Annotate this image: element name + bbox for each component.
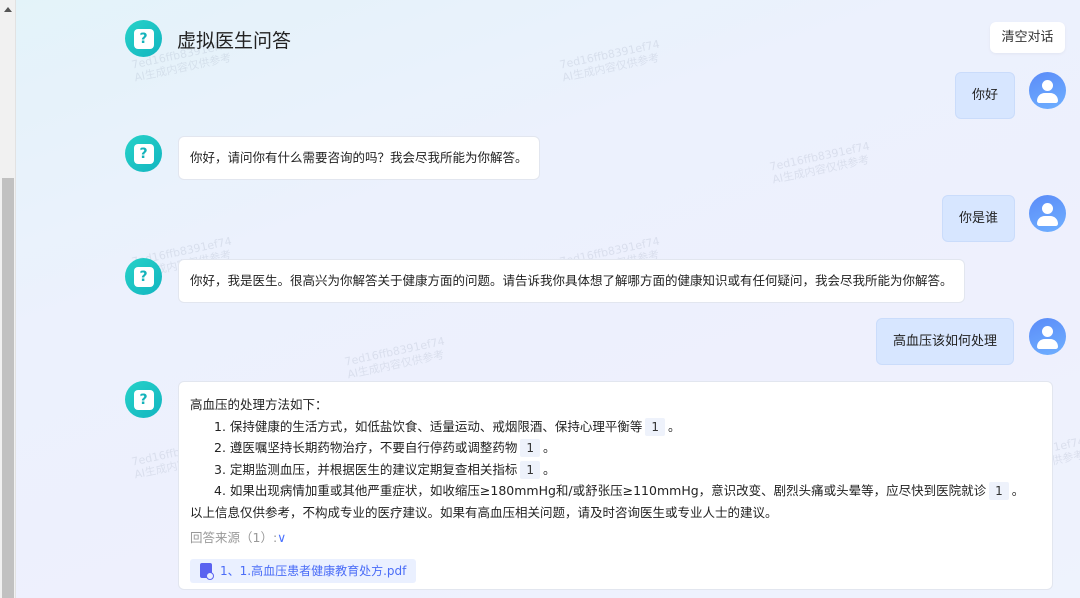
citation-badge[interactable]: 1 (989, 482, 1009, 500)
bot-message: 你好，我是医生。很高兴为你解答关于健康方面的问题。请告诉我你具体想了解哪方面的健… (178, 259, 965, 303)
user-avatar-icon (1029, 318, 1066, 355)
app-logo-icon: ? (125, 20, 162, 57)
scrollbar[interactable] (0, 0, 16, 598)
user-avatar-icon (1029, 195, 1066, 232)
sources-toggle[interactable]: 回答来源（1）:∨ (190, 527, 1041, 549)
answer-intro: 高血压的处理方法如下： (190, 397, 328, 412)
citation-badge[interactable]: 1 (645, 417, 666, 436)
citation-badge[interactable]: 1 (520, 460, 541, 479)
user-avatar-icon (1029, 72, 1066, 109)
bot-message: 你好，请问你有什么需要咨询的吗？我会尽我所能为你解答。 (178, 136, 540, 180)
user-message: 高血压该如何处理 (876, 318, 1015, 365)
answer-item: 1. 保持健康的生活方式，如低盐饮食、适量运动、戒烟限酒、保持心理平衡等 1。 (214, 417, 681, 436)
watermark: 7ed16ffb8391ef74AI生成内容仅供参考 (343, 334, 446, 382)
citation-badge[interactable]: 1 (520, 439, 541, 457)
answer-disclaimer: 以上信息仅供参考，不构成专业的医疗建议。如果有高血压相关问题，请及时咨询医生或专… (190, 504, 778, 520)
watermark: 7ed16ffb8391ef74AI生成内容仅供参考 (768, 139, 871, 187)
user-message: 你好 (955, 72, 1016, 119)
bot-avatar-icon: ? (125, 381, 162, 418)
bot-avatar-icon: ? (125, 258, 162, 295)
answer-item: 4. 如果出现病情加重或其他严重症状，如收缩压≥180mmHg和/或舒张压≥11… (214, 482, 1025, 500)
bot-answer: 高血压的处理方法如下： 1. 保持健康的生活方式，如低盐饮食、适量运动、戒烟限酒… (178, 381, 1053, 590)
clear-conversation-button[interactable]: 清空对话 (990, 22, 1065, 53)
answer-item: 3. 定期监测血压，并根据医生的建议定期复查相关指标 1。 (214, 460, 556, 479)
answer-item: 2. 遵医嘱坚持长期药物治疗，不要自行停药或调整药物 1。 (214, 439, 556, 457)
scroll-up-arrow-icon[interactable] (4, 7, 12, 12)
source-file-link[interactable]: 1、1.高血压患者健康教育处方.pdf (190, 558, 417, 583)
chevron-down-icon[interactable]: ∨ (277, 530, 286, 545)
watermark: 7ed16ffb8391ef74AI生成内容仅供参考 (558, 37, 661, 85)
page-title: 虚拟医生问答 (177, 30, 292, 52)
bot-avatar-icon: ? (125, 135, 162, 172)
pdf-file-icon (200, 563, 214, 580)
user-message: 你是谁 (942, 195, 1016, 242)
scrollbar-thumb[interactable] (2, 178, 14, 598)
